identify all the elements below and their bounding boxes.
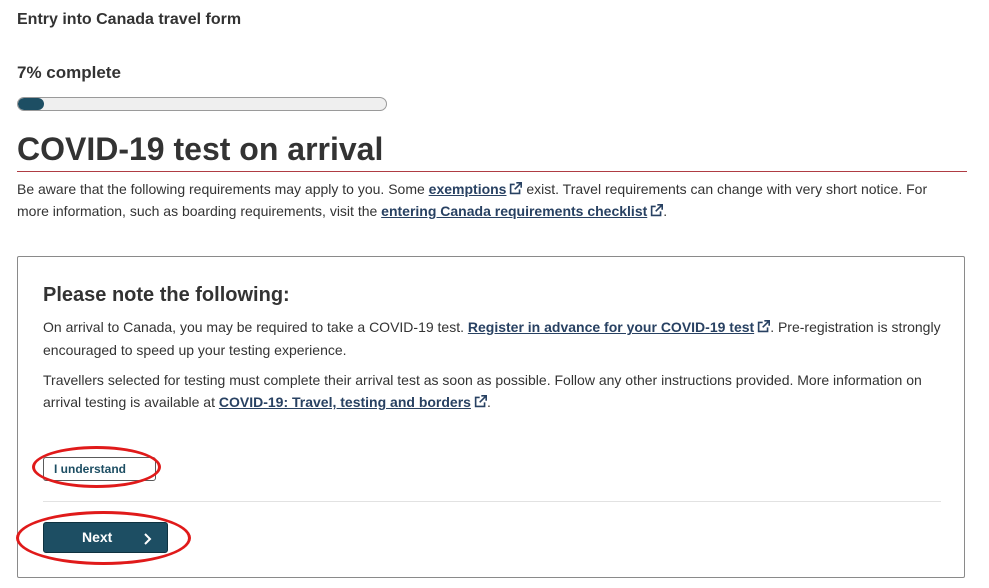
notice-paragraph-testing: On arrival to Canada, you may be require… (43, 316, 943, 362)
intro-text-part: . (663, 203, 668, 219)
notice-heading: Please note the following: (43, 284, 290, 306)
intro-text-part: Be aware that the following requirements… (17, 181, 429, 197)
notice-panel: Please note the following: On arrival to… (17, 256, 965, 578)
notice-text-part: On arrival to Canada, you may be require… (43, 319, 468, 335)
external-link-icon (757, 320, 771, 333)
covid-travel-testing-borders-link[interactable]: COVID-19: Travel, testing and borders (219, 394, 487, 410)
page-title: COVID-19 test on arrival (17, 131, 384, 167)
form-title: Entry into Canada travel form (17, 11, 242, 28)
notice-paragraph-arrival: Travellers selected for testing must com… (43, 369, 943, 413)
panel-divider (43, 501, 941, 502)
next-button-label: Next (82, 529, 113, 545)
requirements-checklist-link[interactable]: entering Canada requirements checklist (381, 203, 664, 219)
external-link-icon (509, 182, 523, 195)
i-understand-button[interactable]: I understand (43, 457, 156, 481)
exemptions-link-label: exemptions (428, 181, 507, 197)
covid-travel-testing-borders-link-label: COVID-19: Travel, testing and borders (218, 394, 471, 410)
intro-text: Be aware that the following requirements… (17, 178, 947, 222)
progress-label: 7% complete (17, 63, 121, 82)
progress-bar-fill (18, 98, 44, 110)
chevron-right-icon (143, 532, 153, 545)
progress-bar (17, 97, 387, 111)
exemptions-link[interactable]: exemptions (429, 181, 523, 197)
external-link-icon (650, 204, 664, 217)
notice-text-part: . (486, 394, 491, 410)
register-covid-test-link[interactable]: Register in advance for your COVID-19 te… (467, 319, 771, 335)
title-divider (17, 171, 967, 172)
register-covid-test-link-label: Register in advance for your COVID-19 te… (467, 319, 755, 335)
requirements-checklist-link-label: entering Canada requirements checklist (381, 203, 648, 219)
next-button[interactable]: Next (43, 522, 168, 553)
external-link-icon (474, 395, 487, 408)
